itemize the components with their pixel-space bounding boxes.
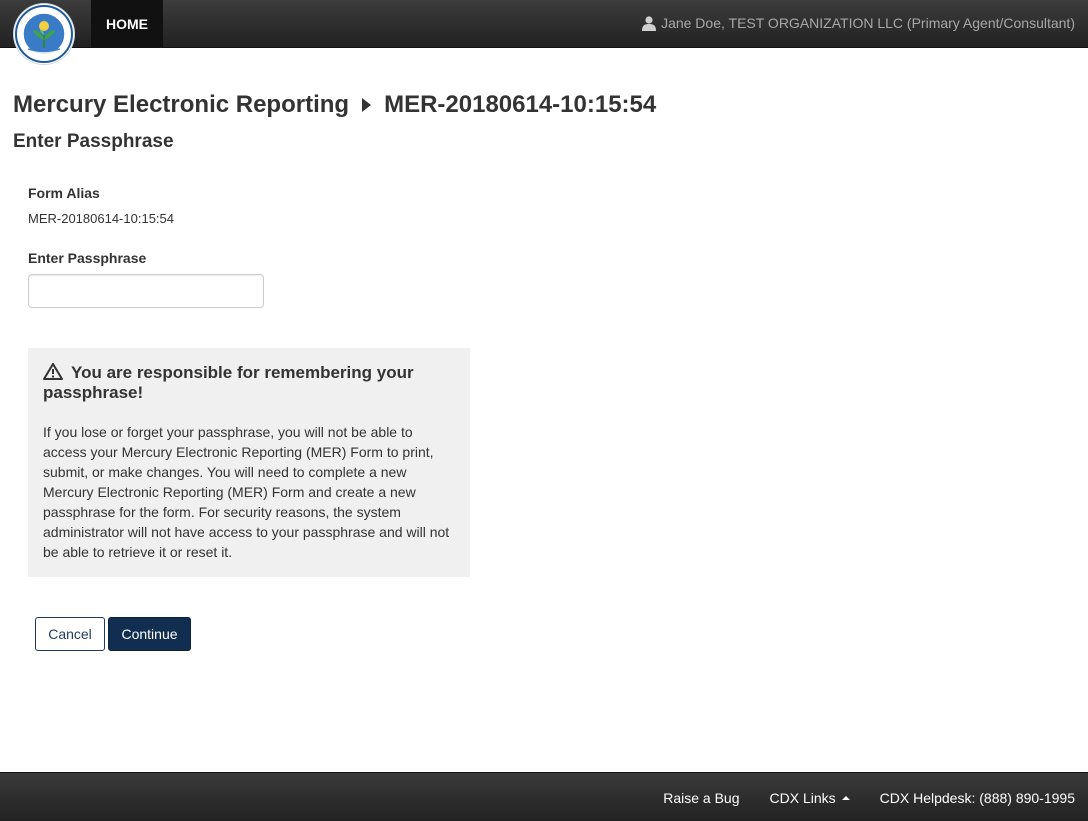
epa-seal-logo[interactable] [14,4,74,64]
footer-links: Raise a Bug CDX Links CDX Helpdesk: (888… [663,773,1075,821]
warning-icon [43,363,63,380]
warning-heading-row: You are responsible for remembering your… [43,363,455,403]
nav-home-link[interactable]: HOME [91,0,163,48]
caret-up-icon [841,795,850,800]
raise-bug-link[interactable]: Raise a Bug [663,790,739,806]
caret-right-icon [362,98,372,112]
warning-heading: You are responsible for remembering your… [43,363,414,402]
cdx-helpdesk-link[interactable]: CDX Helpdesk: (888) 890-1995 [880,790,1075,806]
epa-seal-icon [15,5,73,63]
footer-bar: Raise a Bug CDX Links CDX Helpdesk: (888… [0,772,1088,821]
page-title: Mercury Electronic Reporting [13,91,350,118]
top-navbar: HOME Jane Doe, TEST ORGANIZATION LLC (Pr… [0,0,1088,48]
cdx-links-label: CDX Links [769,789,836,806]
passphrase-input[interactable] [28,274,264,308]
page-subtitle: Enter Passphrase [13,131,174,152]
page-title-row: Mercury Electronic Reporting MER-2018061… [13,91,656,119]
passphrase-warning-box: You are responsible for remembering your… [28,348,470,577]
passphrase-label: Enter Passphrase [28,250,147,266]
user-menu[interactable]: Jane Doe, TEST ORGANIZATION LLC (Primary… [642,0,1075,46]
form-alias-value: MER-20180614-10:15:54 [28,211,174,226]
cdx-links-dropdown[interactable]: CDX Links [770,790,850,806]
form-id-title: MER-20180614-10:15:54 [384,91,657,118]
user-icon [642,15,657,31]
user-name-label: Jane Doe, TEST ORGANIZATION LLC (Primary… [661,15,1075,31]
cancel-button[interactable]: Cancel [35,617,105,651]
form-alias-label: Form Alias [28,185,100,201]
warning-body: If you lose or forget your passphrase, y… [43,424,450,560]
continue-button[interactable]: Continue [108,617,191,651]
